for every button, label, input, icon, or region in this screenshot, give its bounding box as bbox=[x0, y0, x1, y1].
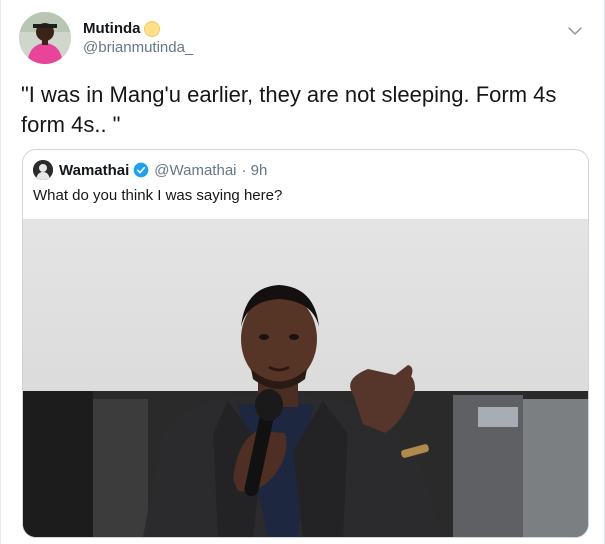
name-row: Mutinda bbox=[83, 20, 193, 37]
tweet-card: Mutinda @brianmutinda_ "I was in Mang'u … bbox=[0, 0, 605, 544]
quoted-avatar-image bbox=[33, 160, 53, 180]
quoted-tweet-text: What do you think I was saying here? bbox=[33, 187, 283, 204]
author-avatar[interactable] bbox=[19, 12, 71, 64]
speaker-photo bbox=[23, 219, 588, 537]
tweet-header: Mutinda @brianmutinda_ bbox=[19, 12, 193, 64]
verified-badge-icon bbox=[133, 162, 149, 178]
quoted-author-display-name[interactable]: Wamathai bbox=[59, 162, 129, 179]
quoted-tweet-photo[interactable] bbox=[23, 219, 588, 537]
chevron-down-icon[interactable] bbox=[566, 22, 584, 40]
tweet-text: "I was in Mang'u earlier, they are not s… bbox=[21, 82, 557, 137]
quoted-tweet-header: Wamathai @Wamathai · 9h bbox=[33, 160, 267, 180]
avatar-image bbox=[19, 12, 71, 64]
quoted-tweet-time[interactable]: · 9h bbox=[242, 162, 268, 179]
author-handle[interactable]: @brianmutinda_ bbox=[83, 39, 193, 56]
emoji-badge-icon bbox=[143, 20, 160, 37]
author-names: Mutinda @brianmutinda_ bbox=[83, 20, 193, 56]
author-display-name[interactable]: Mutinda bbox=[83, 20, 141, 37]
quoted-tweet[interactable]: Wamathai @Wamathai · 9h What do you thin… bbox=[22, 149, 589, 538]
quoted-author-handle[interactable]: @Wamathai bbox=[154, 162, 236, 179]
quoted-author-avatar[interactable] bbox=[33, 160, 53, 180]
